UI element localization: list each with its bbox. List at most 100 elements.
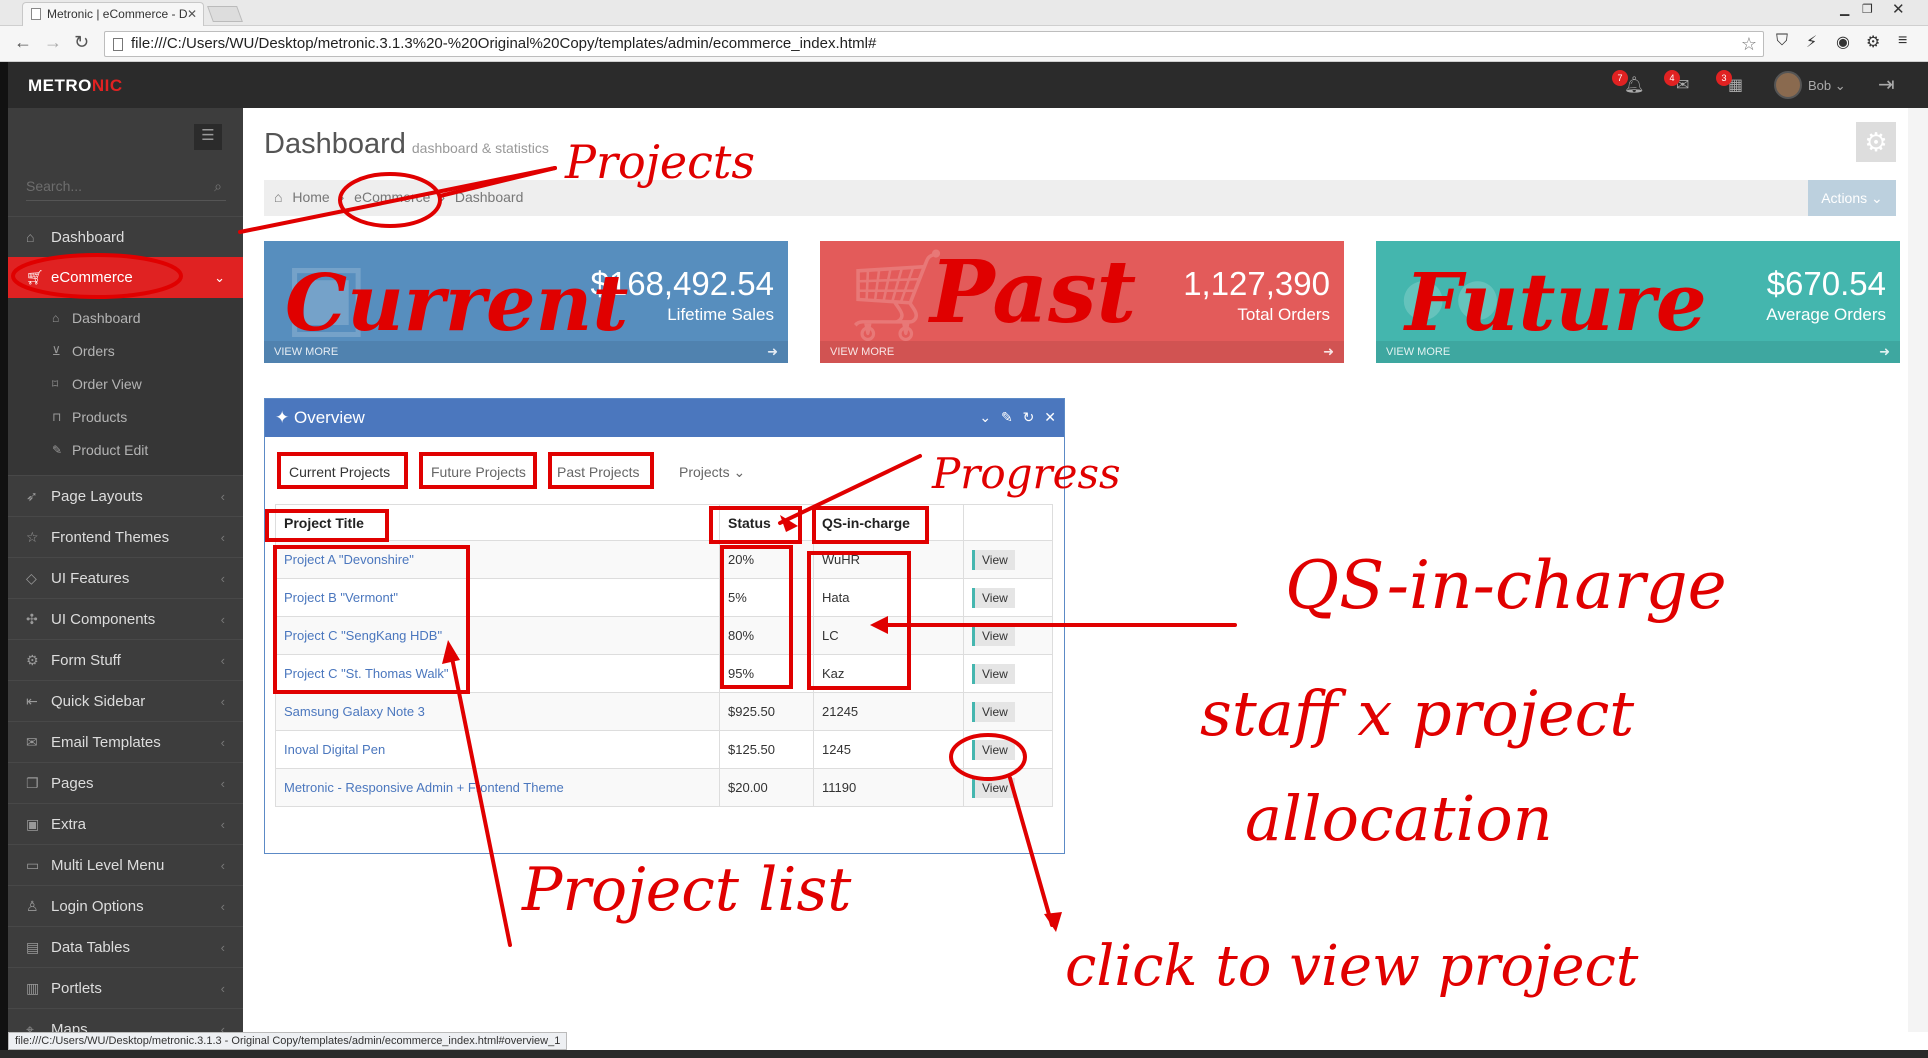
qs-cell: Hata <box>813 578 964 617</box>
breadcrumb-ecommerce[interactable]: eCommerce <box>354 189 430 205</box>
qs-cell: 1245 <box>813 730 964 769</box>
back-icon[interactable]: ← <box>14 32 32 53</box>
status-cell: 95% <box>719 654 814 693</box>
sidebar-subitem[interactable]: ⌑ Order View <box>8 368 243 401</box>
view-button[interactable]: View <box>972 777 1015 798</box>
sidebar-toggle-icon[interactable]: ☰ <box>194 124 222 150</box>
sidebar-item[interactable]: ▥ Portlets ‹ <box>8 967 243 1008</box>
extension-icon[interactable]: ⚡ <box>1806 32 1817 52</box>
sidebar-item[interactable]: ⚙ Form Stuff ‹ <box>8 639 243 680</box>
project-title-link[interactable]: Samsung Galaxy Note 3 <box>275 692 720 731</box>
puzzle-icon: ✣ <box>26 611 38 627</box>
sidebar-item[interactable]: ◇ UI Features ‹ <box>8 557 243 598</box>
wrench-icon[interactable]: ✎ <box>1001 409 1013 425</box>
sidebar-item[interactable]: ▤ Data Tables ‹ <box>8 926 243 967</box>
page-scrollbar[interactable] <box>1908 108 1928 1032</box>
breadcrumb-dashboard: Dashboard <box>454 189 524 205</box>
settings-gear-icon[interactable]: ⚙ <box>1856 122 1896 162</box>
project-title-link[interactable]: Project A "Devonshire" <box>275 540 720 579</box>
chevron-left-icon: ‹ <box>220 817 225 832</box>
action-cell: View <box>963 540 1053 579</box>
sidebar-item[interactable]: ⇤ Quick Sidebar ‹ <box>8 680 243 721</box>
user-icon: ♙ <box>26 898 39 914</box>
extension-icon[interactable]: ⚙ <box>1866 32 1880 52</box>
tab-title: Metronic | eCommerce - D <box>47 7 188 21</box>
restore-icon[interactable]: ❐ <box>1862 2 1873 16</box>
sidebar-item[interactable]: ☆ Frontend Themes ‹ <box>8 516 243 557</box>
project-title-link[interactable]: Project B "Vermont" <box>275 578 720 617</box>
tab-future-projects[interactable]: Future Projects <box>421 456 536 488</box>
sidebar-item[interactable]: ▭ Multi Level Menu ‹ <box>8 844 243 885</box>
sidebar-subitem[interactable]: ⌂ Dashboard <box>8 302 243 335</box>
sidebar-subitem[interactable]: ✎ Product Edit <box>8 434 243 467</box>
view-button[interactable]: View <box>972 549 1015 570</box>
breadcrumb-separator: › <box>440 189 445 205</box>
logout-icon[interactable]: ⇥ <box>1878 72 1895 97</box>
briefcase-icon: ▣ <box>284 246 370 346</box>
sidebar-item[interactable]: ❐ Pages ‹ <box>8 762 243 803</box>
logout-icon: ⇤ <box>26 693 38 709</box>
extension-icon[interactable]: ◉ <box>1836 32 1850 52</box>
sidebar-item[interactable]: ▣ Extra ‹ <box>8 803 243 844</box>
address-toolbar: ← → ↻ file:///C:/Users/WU/Desktop/metron… <box>0 26 1928 62</box>
sidebar-item[interactable]: ✣ UI Components ‹ <box>8 598 243 639</box>
search-icon[interactable]: ⌕ <box>214 171 222 201</box>
tab-past-projects[interactable]: Past Projects <box>547 456 649 488</box>
project-title-link[interactable]: Inoval Digital Pen <box>275 730 720 769</box>
project-title-link[interactable]: Project C "St. Thomas Walk" <box>275 654 720 693</box>
home-icon: ⌂ <box>26 229 35 245</box>
view-button[interactable]: View <box>972 739 1015 760</box>
extension-icon[interactable]: ⛉ <box>1776 32 1788 50</box>
stat-value: $670.54 <box>1766 265 1886 302</box>
present-icon: ▣ <box>26 816 40 832</box>
actions-button[interactable]: Actions ⌄ <box>1808 180 1896 216</box>
breadcrumb-home[interactable]: Home <box>292 189 329 205</box>
sidebar-item[interactable]: ⌂ Dashboard <box>8 216 243 257</box>
sidebar-item[interactable]: ♙ Login Options ‹ <box>8 885 243 926</box>
url-input[interactable]: file:///C:/Users/WU/Desktop/metronic.3.1… <box>104 31 1764 57</box>
annotation-text: click to view project <box>1065 934 1639 999</box>
view-more-link[interactable]: VIEW MORE ➜ <box>1376 341 1900 363</box>
bookmark-star-icon[interactable]: ☆ <box>1741 32 1757 56</box>
sidebar-search-input[interactable]: Search... ⌕ <box>26 171 226 201</box>
view-button[interactable]: View <box>972 663 1015 684</box>
logo[interactable]: METRONIC <box>28 76 123 96</box>
sidebar-menu: ⌂ Dashboard 🛒︎ eCommerce ⌄ ⌂ Dashboard ⊻ Orders ⌑… <box>8 216 243 1049</box>
browser-tab[interactable]: Metronic | eCommerce - D ✕ <box>22 2 204 26</box>
sidebar-item-label: Portlets <box>51 980 102 997</box>
folder-icon: ▭ <box>26 857 40 873</box>
close-icon[interactable]: ✕ <box>1044 409 1056 425</box>
project-title-link[interactable]: Metronic - Responsive Admin + Frontend T… <box>275 768 720 807</box>
status-cell: $125.50 <box>719 730 814 769</box>
reload-icon[interactable]: ↻ <box>74 32 89 53</box>
sidebar-subitem[interactable]: ⊓ Products <box>8 401 243 434</box>
sidebar-item[interactable]: 🛒︎ eCommerce ⌄ <box>8 257 243 298</box>
project-title-link[interactable]: Project C "SengKang HDB" <box>275 616 720 655</box>
view-button[interactable]: View <box>972 701 1015 722</box>
action-cell: View <box>963 692 1053 731</box>
sidebar-item[interactable]: ✉ Email Templates ‹ <box>8 721 243 762</box>
tab-current-projects[interactable]: Current Projects <box>279 456 400 488</box>
close-window-icon[interactable]: ✕ <box>1892 0 1905 18</box>
action-cell: View <box>963 616 1053 655</box>
column-header: QS-in-charge <box>813 504 964 541</box>
reload-icon[interactable]: ↻ <box>1023 409 1035 425</box>
column-header: Project Title <box>275 504 720 541</box>
forward-icon[interactable]: → <box>44 32 62 53</box>
stat-label: Total Orders <box>1237 305 1330 324</box>
sidebar-item[interactable]: ➶ Page Layouts ‹ <box>8 475 243 516</box>
avatar[interactable] <box>1774 71 1802 99</box>
new-tab-button[interactable] <box>207 6 243 22</box>
view-more-link[interactable]: VIEW MORE ➜ <box>820 341 1344 363</box>
view-button[interactable]: View <box>972 587 1015 608</box>
username[interactable]: Bob ⌄ <box>1808 78 1846 94</box>
close-tab-icon[interactable]: ✕ <box>187 3 197 25</box>
menu-icon[interactable]: ≡ <box>1898 32 1907 50</box>
collapse-icon[interactable]: ⌄ <box>979 409 991 425</box>
sidebar-subitem[interactable]: ⊻ Orders <box>8 335 243 368</box>
minimize-icon[interactable]: ▁ <box>1840 2 1849 16</box>
tab-projects-dropdown[interactable]: Projects ⌄ <box>669 456 755 488</box>
view-more-link[interactable]: VIEW MORE ➜ <box>264 341 788 363</box>
view-button[interactable]: View <box>972 625 1015 646</box>
sidebar-item-label: Page Layouts <box>51 488 143 505</box>
